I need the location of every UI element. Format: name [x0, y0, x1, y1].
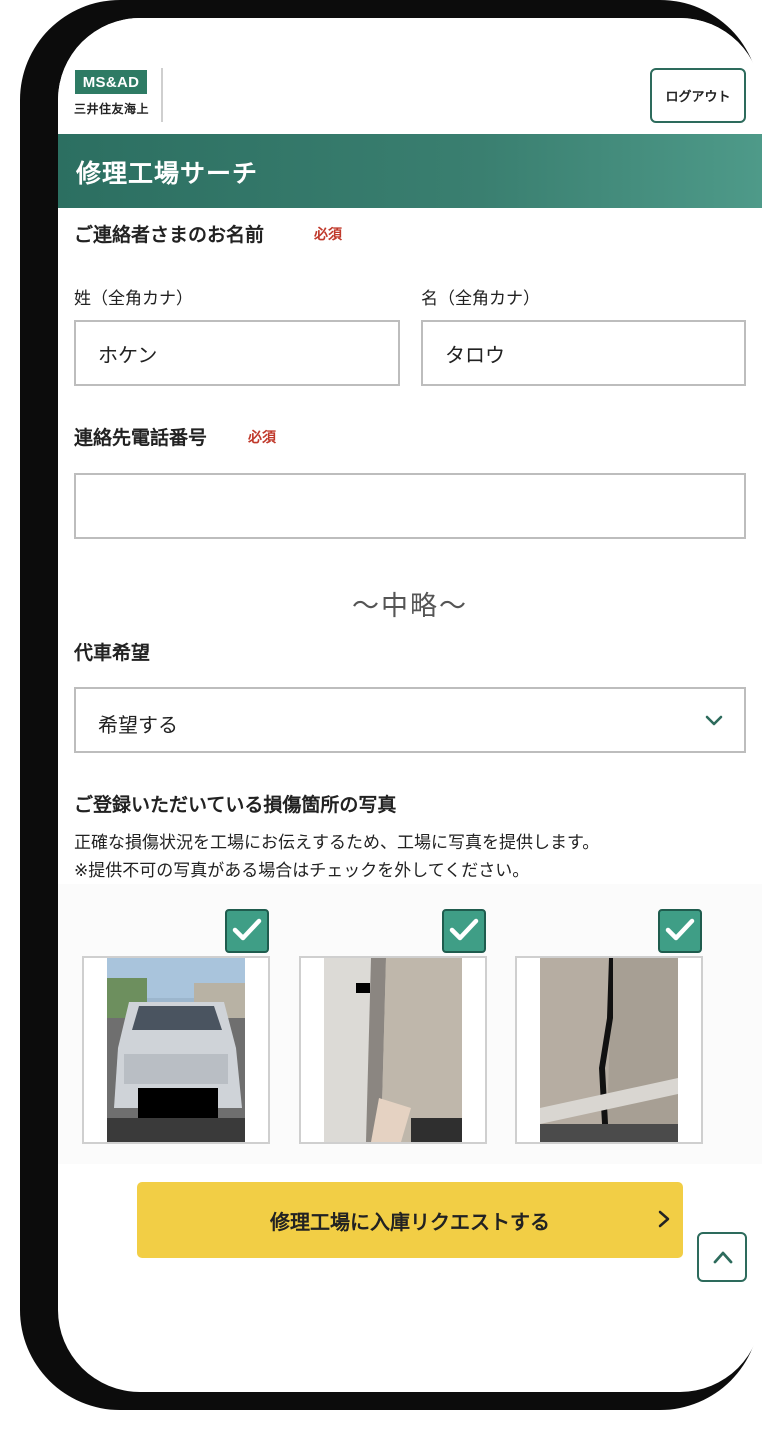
last-name-label: 姓（全角カナ） [74, 289, 193, 309]
title-bar: 修理工場サーチ [58, 134, 762, 208]
photo-2-checkbox[interactable] [442, 909, 486, 953]
chevron-down-icon [705, 715, 723, 726]
scroll-to-top-button[interactable] [697, 1232, 747, 1282]
required-badge: 必須 [314, 227, 342, 243]
page-title: 修理工場サーチ [76, 159, 259, 188]
header-divider [161, 68, 163, 122]
header: MS&AD 三井住友海上 ログアウト [58, 18, 762, 134]
rental-car-select[interactable]: 希望する [74, 687, 746, 753]
required-badge: 必須 [248, 430, 276, 446]
last-name-input[interactable]: ホケン [74, 320, 400, 386]
first-name-input[interactable]: タロウ [421, 320, 746, 386]
check-icon [449, 918, 479, 941]
photo-1 [82, 956, 270, 1144]
contact-name-label: ご連絡者さまのお名前 [74, 224, 265, 246]
photo-3-checkbox[interactable] [658, 909, 702, 953]
phone-label: 連絡先電話番号 [74, 427, 208, 449]
brand-logo: MS&AD [75, 70, 147, 94]
check-icon [665, 918, 695, 941]
photos-description: 正確な損傷状況を工場にお伝えするため、工場に写真を提供します。 [74, 833, 600, 853]
car-door-edge-photo-icon [324, 958, 462, 1142]
photo-3 [515, 956, 703, 1144]
submit-request-label: 修理工場に入庫リクエストする [270, 1210, 550, 1234]
brand-logo-subtext: 三井住友海上 [74, 102, 150, 116]
check-icon [232, 918, 262, 941]
first-name-label: 名（全角カナ） [421, 289, 540, 309]
photos-title: ご登録いただいている損傷箇所の写真 [74, 794, 397, 816]
screen: MS&AD 三井住友海上 ログアウト 修理工場サーチ ご連絡者さまのお名前 必須… [58, 18, 762, 1392]
rental-car-selected-value: 希望する [98, 713, 178, 737]
car-door-panel-photo-icon [540, 958, 678, 1142]
photo-2 [299, 956, 487, 1144]
logout-button[interactable]: ログアウト [650, 68, 746, 123]
photos-note: ※提供不可の写真がある場合はチェックを外してください。 [74, 861, 530, 881]
omitted-marker: 〜中略〜 [352, 591, 468, 622]
chevron-up-icon [713, 1251, 733, 1264]
chevron-right-icon [658, 1210, 670, 1228]
rental-car-label: 代車希望 [74, 642, 151, 664]
car-front-photo-icon [107, 958, 245, 1142]
submit-request-button[interactable]: 修理工場に入庫リクエストする [137, 1182, 683, 1258]
phone-frame: MS&AD 三井住友海上 ログアウト 修理工場サーチ ご連絡者さまのお名前 必須… [20, 0, 762, 1410]
phone-input[interactable] [74, 473, 746, 539]
photo-gallery [58, 884, 762, 1164]
photo-1-checkbox[interactable] [225, 909, 269, 953]
